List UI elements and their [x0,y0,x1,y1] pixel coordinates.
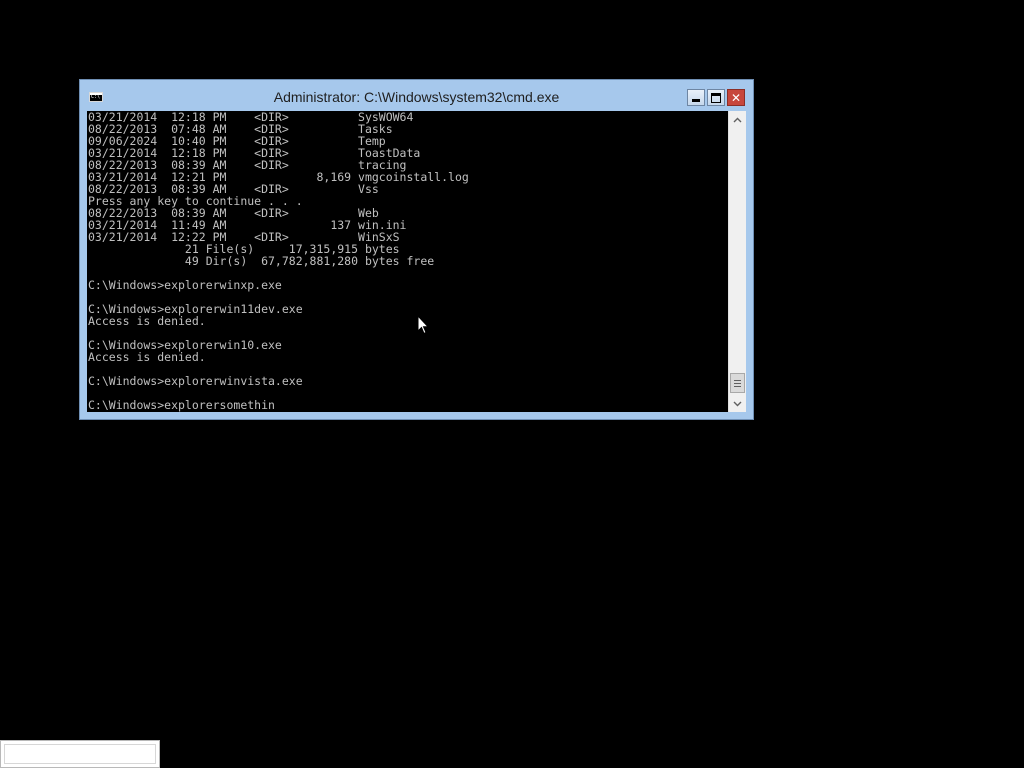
grip-line [734,379,741,381]
maximize-button[interactable] [707,89,725,106]
console-output[interactable]: 03/21/2014 12:18 PM <DIR> SysWOW64 08/22/… [87,111,728,412]
console-line: 49 Dir(s) 67,782,881,280 bytes free [88,254,435,268]
scrollbar-thumb[interactable] [730,373,745,393]
close-icon: ✕ [730,90,742,105]
minimize-icon [692,99,700,102]
console-line: C:\Windows>explorersomethin [88,398,275,412]
console-text: 03/21/2014 12:18 PM <DIR> SysWOW64 08/22/… [87,111,728,411]
title-bar[interactable]: Administrator: C:\Windows\system32\cmd.e… [80,80,753,111]
cmd-window[interactable]: Administrator: C:\Windows\system32\cmd.e… [79,79,754,420]
grip-line [734,385,741,387]
console-line: Access is denied. [88,314,206,328]
scroll-down-button[interactable] [729,395,746,412]
taskbar-item-inner [4,744,156,764]
window-title: Administrator: C:\Windows\system32\cmd.e… [273,89,560,105]
chevron-down-icon [733,401,742,406]
console-line: Access is denied. [88,350,206,364]
console-line: C:\Windows>explorerwinvista.exe [88,374,303,388]
maximize-icon [711,92,721,103]
taskbar-item[interactable] [0,740,160,768]
grip-line [734,382,741,384]
mouse-pointer-icon [417,315,429,335]
chevron-up-icon [733,117,742,122]
scroll-up-button[interactable] [729,111,746,128]
close-button[interactable]: ✕ [727,89,745,106]
minimize-button[interactable] [687,89,705,106]
console-line: C:\Windows>explorerwinxp.exe [88,278,282,292]
vertical-scrollbar[interactable] [728,111,746,412]
